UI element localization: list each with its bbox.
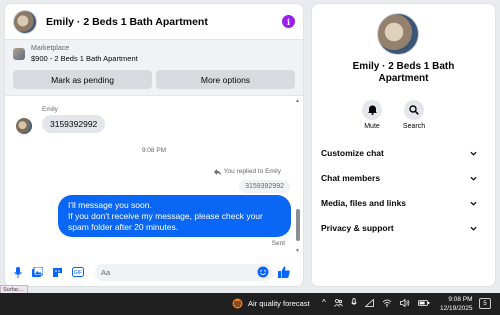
- conversation-info-panel: Emily · 2 Beds 1 Bath Apartment Mute Sea…: [312, 4, 495, 286]
- like-icon[interactable]: [277, 266, 290, 279]
- scroll-down-arrow[interactable]: ▼: [295, 248, 300, 254]
- scrollbar[interactable]: ▲ ▼: [295, 98, 300, 254]
- microphone-icon[interactable]: [351, 298, 357, 307]
- scroll-up-arrow[interactable]: ▲: [295, 98, 300, 104]
- listing-title: $900 - 2 Beds 1 Bath Apartment: [31, 54, 138, 63]
- sent-status: Sent: [271, 240, 285, 247]
- info-actions: Mute Search: [359, 100, 427, 130]
- section-customize-chat[interactable]: Customize chat: [321, 146, 477, 160]
- volume-icon[interactable]: [399, 298, 410, 307]
- outgoing-line: If you don't receive my message, please …: [68, 211, 263, 232]
- section-label: Chat members: [321, 173, 381, 183]
- chat-panel: Emily · 2 Beds 1 Bath Apartment i Market…: [5, 4, 303, 286]
- message-thread[interactable]: Emily 3159392992 9:08 PM You replied to …: [5, 96, 303, 256]
- reply-icon: [213, 168, 221, 175]
- emoji-icon[interactable]: [257, 266, 269, 280]
- listing-thumbnail: [13, 48, 25, 60]
- weather-widget[interactable]: Air quality forecast: [232, 298, 310, 309]
- chevron-down-icon: [470, 151, 477, 156]
- search-label: Search: [402, 123, 426, 130]
- microphone-icon[interactable]: [11, 266, 24, 279]
- section-media-files-links[interactable]: Media, files and links: [321, 196, 477, 210]
- chevron-down-icon: [470, 201, 477, 206]
- mark-as-pending-button[interactable]: Mark as pending: [13, 70, 152, 89]
- listing-summary[interactable]: Marketplace $900 - 2 Beds 1 Bath Apartme…: [13, 44, 295, 64]
- info-avatar[interactable]: [377, 13, 419, 55]
- system-tray: ^: [322, 298, 430, 307]
- section-chat-members[interactable]: Chat members: [321, 171, 477, 185]
- notification-center-button[interactable]: 5: [479, 298, 491, 309]
- section-label: Privacy & support: [321, 223, 394, 233]
- more-options-button[interactable]: More options: [156, 70, 295, 89]
- chevron-down-icon: [470, 176, 477, 181]
- section-privacy-support[interactable]: Privacy & support: [321, 221, 477, 235]
- taskbar-clock[interactable]: 9:08 PM 12/19/2025: [440, 295, 473, 313]
- chat-header: Emily · 2 Beds 1 Bath Apartment i: [5, 4, 303, 40]
- outgoing-message[interactable]: I'll message you soon. If you don't rece…: [58, 195, 291, 237]
- gif-icon[interactable]: GIF: [71, 266, 84, 279]
- composer: GIF Aa: [5, 260, 303, 284]
- sticker-icon[interactable]: [51, 266, 64, 279]
- search-action[interactable]: Search: [401, 100, 427, 130]
- message-input[interactable]: Aa: [95, 263, 273, 281]
- section-label: Customize chat: [321, 148, 384, 158]
- weather-label: Air quality forecast: [248, 299, 310, 308]
- mute-label: Mute: [364, 123, 380, 130]
- message-placeholder: Aa: [101, 267, 111, 277]
- mute-action[interactable]: Mute: [359, 100, 385, 130]
- bell-icon[interactable]: [362, 100, 382, 120]
- info-title[interactable]: Emily · 2 Beds 1 Bath Apartment: [312, 61, 495, 85]
- wifi-icon[interactable]: [382, 299, 392, 307]
- info-icon[interactable]: i: [282, 15, 295, 28]
- clock-date: 12/19/2025: [440, 305, 473, 312]
- section-label: Media, files and links: [321, 198, 407, 208]
- chevron-up-icon[interactable]: ^: [322, 298, 326, 307]
- quoted-message[interactable]: 3159392992: [239, 180, 290, 193]
- people-icon[interactable]: [333, 298, 343, 307]
- message-timestamp: 9:08 PM: [141, 147, 167, 154]
- reply-label: You replied to Emily: [223, 168, 281, 175]
- clock-time: 9:08 PM: [448, 296, 473, 303]
- search-icon[interactable]: [404, 100, 424, 120]
- scroll-thumb[interactable]: [296, 209, 300, 241]
- listing-text: Marketplace $900 - 2 Beds 1 Bath Apartme…: [31, 44, 138, 64]
- photo-icon[interactable]: [31, 266, 44, 279]
- outgoing-line: I'll message you soon.: [68, 200, 152, 210]
- windows-taskbar: Air quality forecast ^ 9:08 PM 12/19/202…: [0, 293, 500, 315]
- air-quality-icon: [232, 298, 243, 309]
- listing-actions: Mark as pending More options: [13, 70, 295, 89]
- listing-kind: Marketplace: [31, 45, 70, 52]
- chat-title[interactable]: Emily · 2 Beds 1 Bath Apartment: [46, 16, 282, 28]
- listing-card: Marketplace $900 - 2 Beds 1 Bath Apartme…: [5, 40, 303, 96]
- battery-icon[interactable]: [417, 299, 430, 307]
- listing-avatar[interactable]: [13, 9, 37, 34]
- svg-text:GIF: GIF: [73, 270, 81, 276]
- chevron-down-icon: [470, 226, 477, 231]
- sender-avatar[interactable]: [16, 118, 32, 134]
- reply-indicator: You replied to Emily: [213, 168, 281, 175]
- network-icon[interactable]: [364, 298, 374, 307]
- sender-name: Emily: [42, 106, 58, 113]
- incoming-message[interactable]: 3159392992: [42, 115, 106, 133]
